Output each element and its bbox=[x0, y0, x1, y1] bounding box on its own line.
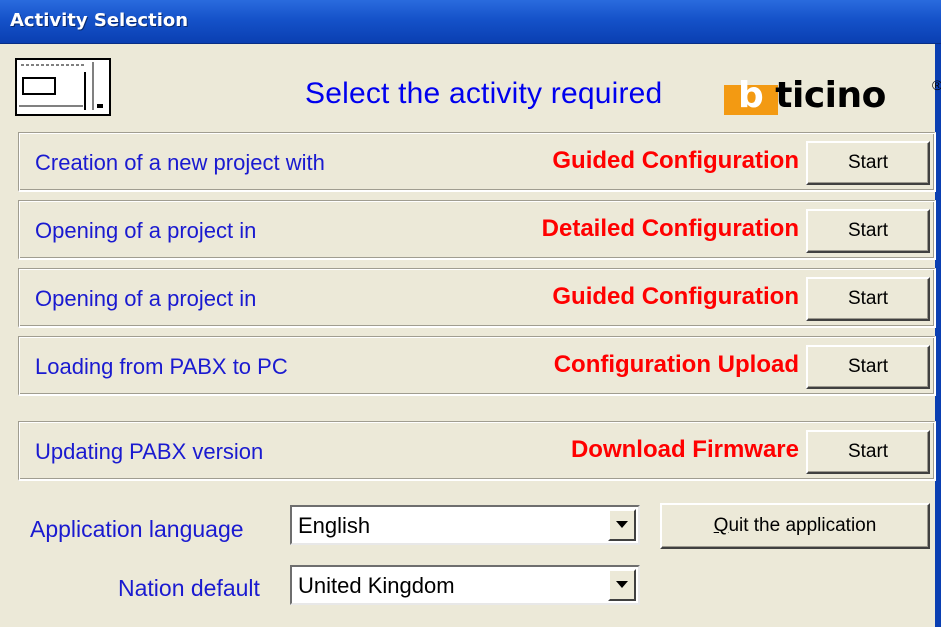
language-select[interactable]: English bbox=[290, 505, 640, 545]
activity-description: Opening of a project in bbox=[35, 286, 257, 311]
activity-row-open-detailed: Opening of a project in Detailed Configu… bbox=[18, 200, 936, 260]
activity-description: Loading from PABX to PC bbox=[35, 354, 288, 379]
activity-mode: Guided Configuration bbox=[552, 283, 799, 310]
activity-mode: Detailed Configuration bbox=[541, 215, 799, 242]
start-button-open-detailed[interactable]: Start bbox=[806, 209, 930, 253]
pabx-device-icon bbox=[15, 58, 111, 116]
quit-mnemonic: Q bbox=[713, 515, 729, 536]
language-dropdown-button[interactable] bbox=[608, 509, 636, 541]
start-button-new-guided[interactable]: Start bbox=[806, 141, 930, 185]
header-prompt: Select the activity required bbox=[305, 77, 663, 110]
start-button-open-guided[interactable]: Start bbox=[806, 277, 930, 321]
nation-dropdown-button[interactable] bbox=[608, 569, 636, 601]
activity-mode: Download Firmware bbox=[570, 436, 799, 463]
activity-row-firmware: Updating PABX version Download Firmware … bbox=[18, 421, 936, 481]
quit-application-button[interactable]: Quit the application bbox=[660, 503, 930, 549]
activity-description: Creation of a new project with bbox=[35, 150, 325, 175]
nation-label: Nation default bbox=[118, 575, 260, 601]
chevron-down-icon bbox=[616, 581, 628, 588]
activity-description: Updating PABX version bbox=[35, 439, 264, 464]
start-button-firmware[interactable]: Start bbox=[806, 430, 930, 474]
language-value: English bbox=[298, 513, 371, 538]
quit-label: uit the application bbox=[728, 515, 877, 536]
window-title: Activity Selection bbox=[10, 10, 189, 31]
activity-description: Opening of a project in bbox=[35, 218, 257, 243]
logo-wordmark: b ticino bbox=[738, 75, 886, 116]
activity-row-new-guided: Creation of a new project with Guided Co… bbox=[18, 132, 936, 192]
chevron-down-icon bbox=[616, 521, 628, 528]
start-button-upload[interactable]: Start bbox=[806, 345, 930, 389]
nation-value: United Kingdom bbox=[298, 573, 455, 598]
title-bar[interactable]: Activity Selection bbox=[0, 0, 941, 44]
activity-row-open-guided: Opening of a project in Guided Configura… bbox=[18, 268, 936, 328]
activity-mode: Guided Configuration bbox=[552, 147, 799, 174]
language-label: Application language bbox=[30, 516, 244, 542]
activity-mode: Configuration Upload bbox=[553, 351, 799, 378]
activity-row-upload: Loading from PABX to PC Configuration Up… bbox=[18, 336, 936, 396]
nation-select[interactable]: United Kingdom bbox=[290, 565, 640, 605]
bticino-logo: b ticino ® bbox=[724, 75, 941, 116]
logo-registered: ® bbox=[932, 77, 941, 93]
